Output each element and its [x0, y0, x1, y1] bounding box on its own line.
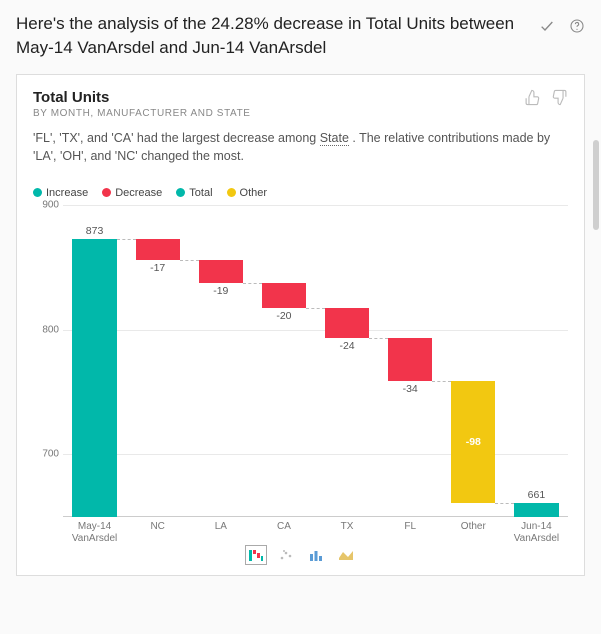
- legend-item-other: Other: [227, 187, 268, 199]
- waterfall-bar[interactable]: [262, 283, 306, 308]
- connector-line: [180, 260, 199, 261]
- y-tick-label: 800: [33, 324, 59, 335]
- waterfall-bar[interactable]: [325, 308, 369, 338]
- chart-title: Total Units: [33, 89, 251, 106]
- connector-line: [306, 308, 325, 309]
- insight-text: 'FL', 'TX', and 'CA' had the largest dec…: [33, 129, 568, 165]
- scrollbar-thumb[interactable]: [593, 140, 599, 230]
- legend-item-decrease: Decrease: [102, 187, 162, 199]
- bar-value-label: -17: [126, 262, 189, 274]
- x-tick-label: TX: [316, 517, 379, 537]
- chart-subtitle: BY MONTH, MANUFACTURER AND STATE: [33, 108, 251, 119]
- thumb-down-icon[interactable]: [551, 89, 568, 111]
- legend-label: Other: [240, 187, 268, 199]
- legend-dot: [33, 188, 42, 197]
- insight-underlined: State: [320, 131, 349, 146]
- x-tick-label: CA: [252, 517, 315, 537]
- waterfall-bar[interactable]: [72, 239, 116, 517]
- chart-legend: Increase Decrease Total Other: [33, 187, 568, 199]
- bar-slot: -17: [126, 205, 189, 516]
- connector-line: [495, 503, 514, 504]
- bar-value-label: -20: [252, 310, 315, 322]
- viz-waterfall-button[interactable]: [245, 545, 267, 565]
- bar-slot: -19: [189, 205, 252, 516]
- x-tick-label: Jun-14VanArsdel: [505, 517, 568, 537]
- connector-line: [117, 239, 136, 240]
- waterfall-bar[interactable]: [199, 260, 243, 284]
- x-tick-label: FL: [379, 517, 442, 537]
- viz-column-button[interactable]: [305, 545, 327, 565]
- bar-slot: -20: [252, 205, 315, 516]
- waterfall-bar[interactable]: [514, 503, 558, 517]
- bar-slot: 661: [505, 205, 568, 516]
- bar-value-label: -19: [189, 285, 252, 297]
- bar-value-label: -98: [442, 436, 505, 448]
- viz-picker: [33, 545, 568, 569]
- bar-slot: -24: [316, 205, 379, 516]
- connector-line: [369, 338, 388, 339]
- analysis-header: Here's the analysis of the 24.28% decrea…: [16, 12, 585, 60]
- thumb-up-icon[interactable]: [524, 89, 541, 111]
- bar-slot: 873: [63, 205, 126, 516]
- viz-scatter-button[interactable]: [275, 545, 297, 565]
- waterfall-bar[interactable]: [136, 239, 180, 260]
- legend-label: Decrease: [115, 187, 162, 199]
- bar-slot: -98: [442, 205, 505, 516]
- y-tick-label: 900: [33, 199, 59, 210]
- y-tick-label: 700: [33, 449, 59, 460]
- bar-slot: -34: [379, 205, 442, 516]
- x-tick-label: Other: [442, 517, 505, 537]
- insight-card: Total Units BY MONTH, MANUFACTURER AND S…: [16, 74, 585, 576]
- help-icon[interactable]: [569, 18, 585, 34]
- bar-value-label: 873: [63, 225, 126, 237]
- legend-item-total: Total: [176, 187, 212, 199]
- check-icon[interactable]: [539, 18, 555, 34]
- viz-ribbon-button[interactable]: [335, 545, 357, 565]
- bar-value-label: -24: [316, 340, 379, 352]
- x-tick-label: LA: [189, 517, 252, 537]
- legend-dot: [227, 188, 236, 197]
- bar-value-label: 661: [505, 489, 568, 501]
- legend-dot: [102, 188, 111, 197]
- connector-line: [243, 283, 262, 284]
- analysis-title: Here's the analysis of the 24.28% decrea…: [16, 12, 527, 60]
- x-tick-label: May-14VanArsdel: [63, 517, 126, 537]
- legend-label: Increase: [46, 187, 88, 199]
- legend-label: Total: [189, 187, 212, 199]
- insight-prefix: 'FL', 'TX', and 'CA' had the largest dec…: [33, 131, 320, 145]
- legend-dot: [176, 188, 185, 197]
- chart-area: 700800900873-17-19-20-24-34-98661 May-14…: [33, 205, 568, 537]
- x-tick-label: NC: [126, 517, 189, 537]
- connector-line: [432, 381, 451, 382]
- legend-item-increase: Increase: [33, 187, 88, 199]
- waterfall-bar[interactable]: [388, 338, 432, 380]
- bar-value-label: -34: [379, 383, 442, 395]
